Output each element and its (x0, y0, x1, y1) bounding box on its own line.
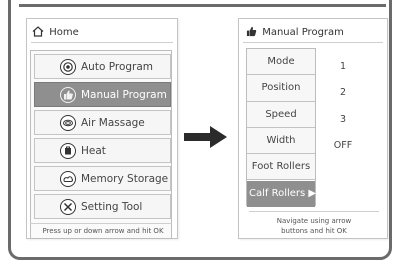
manual-program-panel: Manual Program Mode Position Speed Width… (238, 18, 388, 239)
mode-value: 1 (339, 61, 347, 72)
menu-item-setting-tool[interactable]: Setting Tool (34, 194, 171, 219)
thumbs-up-icon (246, 26, 257, 37)
position-value: 2 (339, 87, 347, 98)
right-arrow-icon (184, 126, 227, 148)
width-value: OFF (333, 140, 353, 151)
menu-item-heat[interactable]: Heat (34, 138, 171, 163)
manual-title-divider (243, 42, 383, 43)
home-panel: Home Auto Program Manual Program Air Mas… (26, 18, 178, 239)
home-hint: Press up or down arrow and hit OK (42, 227, 164, 235)
manual-program-title: Manual Program (246, 26, 344, 38)
home-title-divider (31, 42, 173, 43)
auto-program-icon (60, 58, 76, 75)
option-width[interactable]: Width (247, 127, 315, 155)
frame-top-bar (19, 4, 386, 7)
manual-hint-line-2: buttons and hit OK (281, 227, 347, 235)
option-speed[interactable]: Speed (247, 101, 315, 128)
option-mode[interactable]: Mode (247, 49, 315, 76)
heat-icon (60, 142, 76, 159)
setting-tool-icon (60, 198, 76, 215)
menu-item-memory-storage[interactable]: Memory Storage (34, 166, 171, 191)
menu-item-air-massage[interactable]: Air Massage (34, 110, 171, 135)
home-menu: Auto Program Manual Program Air Massage … (30, 50, 172, 239)
home-hint-divider (30, 223, 172, 224)
menu-item-label: Auto Program (81, 60, 154, 73)
option-position[interactable]: Position (247, 75, 315, 102)
menu-item-label: Heat (81, 144, 106, 157)
memory-storage-icon (60, 170, 76, 187)
manual-hint: Navigate using arrow buttons and hit OK (239, 216, 389, 236)
menu-item-label: Memory Storage (81, 172, 169, 185)
menu-item-label: Air Massage (81, 116, 145, 129)
home-title-label: Home (49, 27, 79, 38)
home-icon (32, 26, 44, 37)
manual-hint-divider (249, 211, 379, 212)
option-foot-rollers[interactable]: Foot Rollers (247, 154, 315, 181)
manual-hint-line-1: Navigate using arrow (276, 217, 352, 225)
option-calf-rollers[interactable]: Calf Rollers ▶ (247, 180, 316, 207)
menu-item-label: Setting Tool (81, 200, 143, 213)
manual-program-title-label: Manual Program (262, 27, 344, 38)
menu-item-manual-program[interactable]: Manual Program (34, 82, 171, 107)
manual-program-options: Mode Position Speed Width Foot Rollers C… (246, 48, 316, 207)
air-massage-icon (60, 114, 76, 131)
speed-value: 3 (339, 114, 347, 125)
home-title: Home (32, 26, 79, 38)
menu-item-auto-program[interactable]: Auto Program (34, 54, 171, 79)
thumbs-up-icon (60, 86, 76, 103)
menu-item-label: Manual Program (81, 88, 167, 101)
